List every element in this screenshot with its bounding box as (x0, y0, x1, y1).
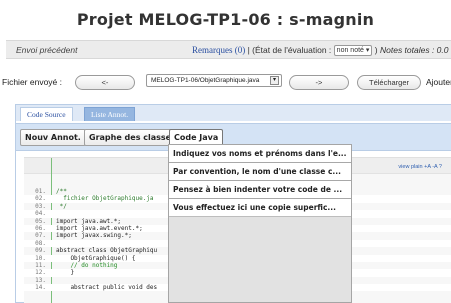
tab-source-code[interactable]: Code Source (20, 107, 73, 121)
panel-tabs: Code Source Liste Annot. (16, 105, 451, 121)
page-title: Projet MELOG-TP1-06 : s-magnin (76, 10, 375, 29)
dropdown-item-indentation[interactable]: Pensez à bien indenter votre code de ... (169, 181, 351, 199)
code-view-tools[interactable]: view plain +A -A ? (398, 164, 442, 170)
evaluation-status-select[interactable]: non noté ▾ (333, 45, 373, 57)
evaluation-status-value: non noté (336, 47, 364, 55)
status-suffix: ) (374, 45, 378, 55)
class-graph-button[interactable]: Graphe des classes (84, 129, 181, 146)
submitted-file-label: Fichier envoyé : (2, 77, 62, 87)
tab-annotation-list[interactable]: Liste Annot. (84, 107, 136, 121)
dropdown-item-shallow-copy[interactable]: Vous effectuez ici une copie superfic... (169, 199, 351, 217)
new-annotation-button[interactable]: Nouv Annot. (20, 129, 86, 146)
dropdown-item-class-naming[interactable]: Par convention, le nom d'une classe c... (169, 163, 351, 181)
status-prefix: | (État de l'évaluation : (247, 45, 332, 55)
file-select-value: MELOG-TP1-06/ObjetGraphique.java (151, 77, 260, 84)
evaluation-status: Remarques (0) | (État de l'évaluation : … (192, 45, 449, 57)
evaluation-bar: Envoi précédent Remarques (0) | (État de… (6, 40, 451, 59)
add-link[interactable]: Ajouter (426, 77, 451, 87)
chevron-down-icon: ▾ (270, 76, 279, 85)
next-file-button[interactable]: -> (289, 75, 349, 90)
dropdown-item-names[interactable]: Indiquez vos noms et prénoms dans l'e... (169, 145, 351, 163)
previous-submission-label: Envoi précédent (16, 45, 78, 55)
remarks-link[interactable]: Remarques (0) (192, 45, 245, 55)
total-grades-label: Notes totales : 0.0 (379, 45, 449, 55)
download-button[interactable]: Télécharger (357, 75, 421, 90)
java-code-dropdown-menu: Indiquez vos noms et prénoms dans l'e...… (168, 144, 352, 303)
previous-file-button[interactable]: <- (75, 75, 135, 90)
file-select[interactable]: MELOG-TP1-06/ObjetGraphique.java ▾ (146, 74, 282, 87)
